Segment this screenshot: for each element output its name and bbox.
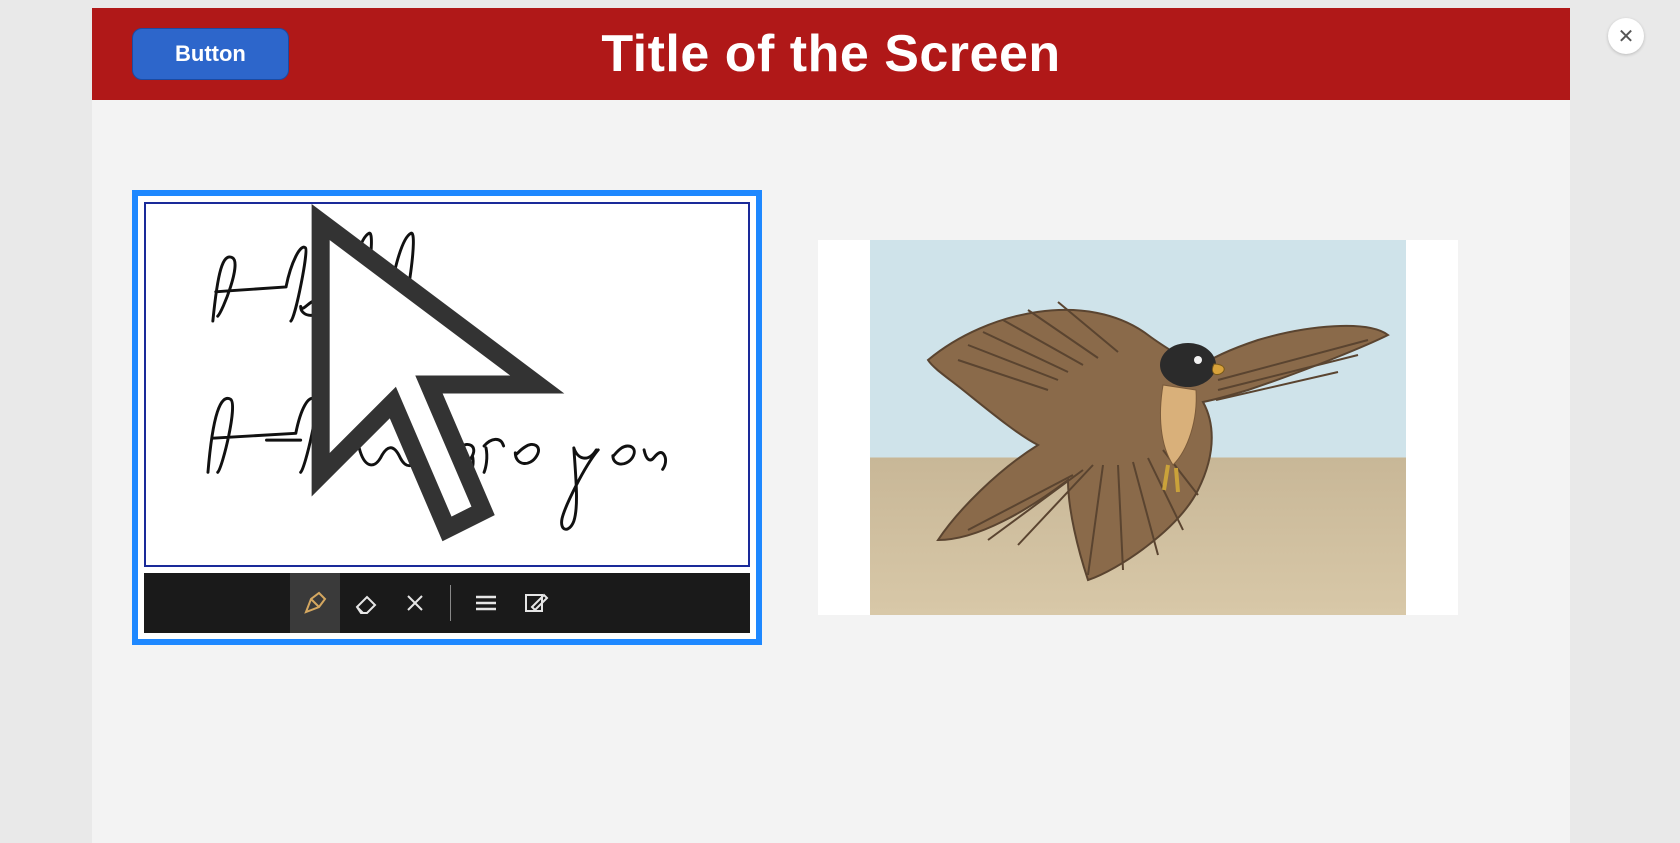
eraser-icon — [351, 589, 379, 617]
image-left-padding — [818, 240, 870, 615]
eraser-tool[interactable] — [340, 573, 390, 633]
pen-tool[interactable] — [290, 573, 340, 633]
signature-toolbar — [144, 573, 750, 633]
write-tool[interactable] — [511, 573, 561, 633]
header-bar: Button Title of the Screen — [92, 8, 1570, 100]
lines-tool[interactable] — [461, 573, 511, 633]
toolbar-divider — [450, 585, 451, 621]
write-icon — [522, 589, 550, 617]
pen-icon — [301, 589, 329, 617]
image-right-padding — [1406, 240, 1458, 615]
lines-icon — [472, 589, 500, 617]
app-window: Button Title of the Screen — [92, 8, 1570, 843]
header-button[interactable]: Button — [132, 28, 289, 80]
page-title: Title of the Screen — [92, 24, 1570, 84]
falcon-image — [870, 240, 1406, 615]
close-button[interactable]: ✕ — [1608, 18, 1644, 54]
handwriting-svg — [146, 204, 748, 565]
content-area — [92, 100, 1570, 685]
close-icon: ✕ — [1618, 24, 1635, 49]
clear-icon — [403, 591, 427, 615]
signature-canvas[interactable] — [144, 202, 750, 567]
image-panel — [818, 240, 1458, 615]
signature-pad — [132, 190, 762, 645]
clear-tool[interactable] — [390, 573, 440, 633]
